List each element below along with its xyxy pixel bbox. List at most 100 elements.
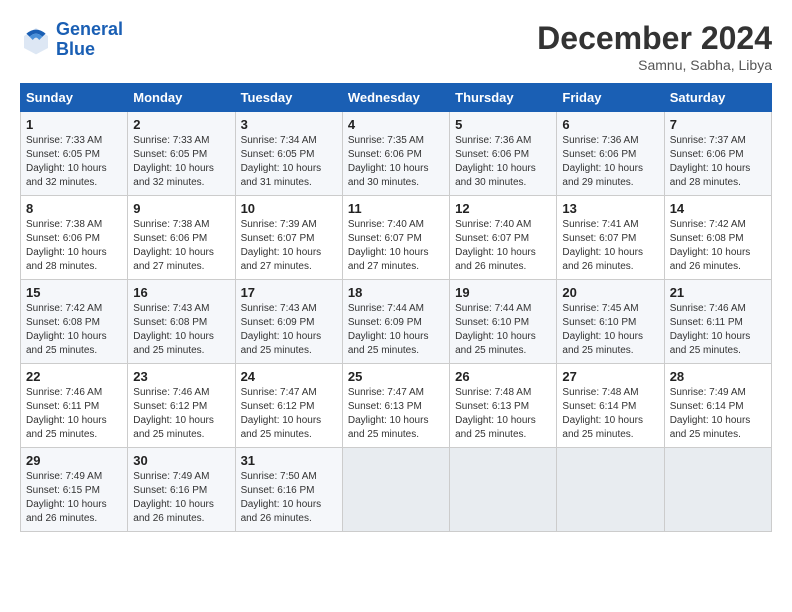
day-info: Sunrise: 7:46 AM Sunset: 6:12 PM Dayligh… [133, 386, 229, 442]
calendar-day-cell: 1Sunrise: 7:33 AM Sunset: 6:05 PM Daylig… [21, 112, 128, 196]
day-info: Sunrise: 7:38 AM Sunset: 6:06 PM Dayligh… [26, 218, 122, 274]
calendar-day-cell: 8Sunrise: 7:38 AM Sunset: 6:06 PM Daylig… [21, 196, 128, 280]
weekday-header: Saturday [664, 84, 771, 112]
day-info: Sunrise: 7:41 AM Sunset: 6:07 PM Dayligh… [562, 218, 658, 274]
day-number: 31 [241, 453, 337, 468]
day-info: Sunrise: 7:44 AM Sunset: 6:10 PM Dayligh… [455, 302, 551, 358]
day-number: 23 [133, 369, 229, 384]
calendar-day-cell: 19Sunrise: 7:44 AM Sunset: 6:10 PM Dayli… [450, 280, 557, 364]
day-info: Sunrise: 7:39 AM Sunset: 6:07 PM Dayligh… [241, 218, 337, 274]
day-info: Sunrise: 7:50 AM Sunset: 6:16 PM Dayligh… [241, 470, 337, 526]
calendar-body: 1Sunrise: 7:33 AM Sunset: 6:05 PM Daylig… [21, 112, 772, 532]
day-info: Sunrise: 7:44 AM Sunset: 6:09 PM Dayligh… [348, 302, 444, 358]
calendar-day-cell: 17Sunrise: 7:43 AM Sunset: 6:09 PM Dayli… [235, 280, 342, 364]
logo: General Blue [20, 20, 123, 60]
calendar-day-cell [450, 448, 557, 532]
day-number: 5 [455, 117, 551, 132]
calendar-day-cell: 6 Sunrise: 7:36 AM Sunset: 6:06 PM Daylig… [557, 112, 664, 196]
day-info: Sunrise: 7:48 AM Sunset: 6:14 PM Dayligh… [562, 386, 658, 442]
calendar-day-cell: 11 Sunrise: 7:40 AM Sunset: 6:07 PM Dayli… [342, 196, 449, 280]
day-number: 28 [670, 369, 766, 384]
calendar-day-cell: 18 Sunrise: 7:44 AM Sunset: 6:09 PM Dayli… [342, 280, 449, 364]
day-number: 16 [133, 285, 229, 300]
day-number: 9 [133, 201, 229, 216]
weekday-header: Sunday [21, 84, 128, 112]
day-info: Sunrise: 7:35 AM Sunset: 6:06 PM Dayligh… [348, 134, 444, 190]
weekday-header: Friday [557, 84, 664, 112]
page-header: General Blue December 2024 Samnu, Sabha,… [20, 20, 772, 73]
calendar-day-cell: 30 Sunrise: 7:49 AM Sunset: 6:16 PM Dayli… [128, 448, 235, 532]
calendar-day-cell: 16 Sunrise: 7:43 AM Sunset: 6:08 PM Dayli… [128, 280, 235, 364]
day-info: Sunrise: 7:49 AM Sunset: 6:16 PM Dayligh… [133, 470, 229, 526]
day-number: 27 [562, 369, 658, 384]
day-info: Sunrise: 7:38 AM Sunset: 6:06 PM Dayligh… [133, 218, 229, 274]
calendar-day-cell: 7 Sunrise: 7:37 AM Sunset: 6:06 PM Daylig… [664, 112, 771, 196]
day-number: 10 [241, 201, 337, 216]
day-number: 24 [241, 369, 337, 384]
calendar-header: SundayMondayTuesdayWednesdayThursdayFrid… [21, 84, 772, 112]
day-number: 20 [562, 285, 658, 300]
weekday-header: Wednesday [342, 84, 449, 112]
day-number: 12 [455, 201, 551, 216]
weekday-row: SundayMondayTuesdayWednesdayThursdayFrid… [21, 84, 772, 112]
day-number: 17 [241, 285, 337, 300]
day-number: 26 [455, 369, 551, 384]
calendar-day-cell: 12Sunrise: 7:40 AM Sunset: 6:07 PM Dayli… [450, 196, 557, 280]
calendar-day-cell: 4 Sunrise: 7:35 AM Sunset: 6:06 PM Daylig… [342, 112, 449, 196]
calendar-day-cell: 2 Sunrise: 7:33 AM Sunset: 6:05 PM Daylig… [128, 112, 235, 196]
day-info: Sunrise: 7:42 AM Sunset: 6:08 PM Dayligh… [670, 218, 766, 274]
day-info: Sunrise: 7:49 AM Sunset: 6:15 PM Dayligh… [26, 470, 122, 526]
calendar-day-cell: 13Sunrise: 7:41 AM Sunset: 6:07 PM Dayli… [557, 196, 664, 280]
calendar-day-cell: 22 Sunrise: 7:46 AM Sunset: 6:11 PM Dayli… [21, 364, 128, 448]
day-number: 2 [133, 117, 229, 132]
day-number: 4 [348, 117, 444, 132]
day-number: 7 [670, 117, 766, 132]
calendar-week-row: 29Sunrise: 7:49 AM Sunset: 6:15 PM Dayli… [21, 448, 772, 532]
day-number: 18 [348, 285, 444, 300]
day-number: 25 [348, 369, 444, 384]
day-info: Sunrise: 7:47 AM Sunset: 6:13 PM Dayligh… [348, 386, 444, 442]
calendar-day-cell [557, 448, 664, 532]
day-info: Sunrise: 7:37 AM Sunset: 6:06 PM Dayligh… [670, 134, 766, 190]
day-info: Sunrise: 7:36 AM Sunset: 6:06 PM Dayligh… [455, 134, 551, 190]
calendar-day-cell: 14Sunrise: 7:42 AM Sunset: 6:08 PM Dayli… [664, 196, 771, 280]
calendar-week-row: 22 Sunrise: 7:46 AM Sunset: 6:11 PM Dayli… [21, 364, 772, 448]
title-block: December 2024 Samnu, Sabha, Libya [537, 20, 772, 73]
day-number: 6 [562, 117, 658, 132]
calendar-day-cell: 24 Sunrise: 7:47 AM Sunset: 6:12 PM Dayli… [235, 364, 342, 448]
day-number: 3 [241, 117, 337, 132]
logo-icon [20, 24, 52, 56]
calendar-day-cell [664, 448, 771, 532]
calendar-day-cell: 20 Sunrise: 7:45 AM Sunset: 6:10 PM Dayli… [557, 280, 664, 364]
calendar-day-cell: 21 Sunrise: 7:46 AM Sunset: 6:11 PM Dayli… [664, 280, 771, 364]
calendar-day-cell: 27 Sunrise: 7:48 AM Sunset: 6:14 PM Dayli… [557, 364, 664, 448]
day-number: 15 [26, 285, 122, 300]
day-number: 11 [348, 201, 444, 216]
day-info: Sunrise: 7:36 AM Sunset: 6:06 PM Dayligh… [562, 134, 658, 190]
day-info: Sunrise: 7:45 AM Sunset: 6:10 PM Dayligh… [562, 302, 658, 358]
day-info: Sunrise: 7:43 AM Sunset: 6:08 PM Dayligh… [133, 302, 229, 358]
day-info: Sunrise: 7:33 AM Sunset: 6:05 PM Dayligh… [133, 134, 229, 190]
calendar-week-row: 15Sunrise: 7:42 AM Sunset: 6:08 PM Dayli… [21, 280, 772, 364]
calendar-day-cell: 26Sunrise: 7:48 AM Sunset: 6:13 PM Dayli… [450, 364, 557, 448]
day-info: Sunrise: 7:46 AM Sunset: 6:11 PM Dayligh… [670, 302, 766, 358]
calendar-day-cell: 29Sunrise: 7:49 AM Sunset: 6:15 PM Dayli… [21, 448, 128, 532]
calendar-day-cell: 3Sunrise: 7:34 AM Sunset: 6:05 PM Daylig… [235, 112, 342, 196]
day-number: 21 [670, 285, 766, 300]
day-info: Sunrise: 7:46 AM Sunset: 6:11 PM Dayligh… [26, 386, 122, 442]
month-title: December 2024 [537, 20, 772, 57]
day-number: 22 [26, 369, 122, 384]
day-number: 30 [133, 453, 229, 468]
calendar-day-cell: 25 Sunrise: 7:47 AM Sunset: 6:13 PM Dayli… [342, 364, 449, 448]
day-info: Sunrise: 7:33 AM Sunset: 6:05 PM Dayligh… [26, 134, 122, 190]
calendar-table: SundayMondayTuesdayWednesdayThursdayFrid… [20, 83, 772, 532]
weekday-header: Thursday [450, 84, 557, 112]
day-info: Sunrise: 7:47 AM Sunset: 6:12 PM Dayligh… [241, 386, 337, 442]
weekday-header: Monday [128, 84, 235, 112]
calendar-day-cell: 31 Sunrise: 7:50 AM Sunset: 6:16 PM Dayli… [235, 448, 342, 532]
calendar-day-cell: 5 Sunrise: 7:36 AM Sunset: 6:06 PM Daylig… [450, 112, 557, 196]
calendar-day-cell: 23 Sunrise: 7:46 AM Sunset: 6:12 PM Dayli… [128, 364, 235, 448]
day-info: Sunrise: 7:40 AM Sunset: 6:07 PM Dayligh… [348, 218, 444, 274]
calendar-day-cell: 15Sunrise: 7:42 AM Sunset: 6:08 PM Dayli… [21, 280, 128, 364]
day-info: Sunrise: 7:49 AM Sunset: 6:14 PM Dayligh… [670, 386, 766, 442]
